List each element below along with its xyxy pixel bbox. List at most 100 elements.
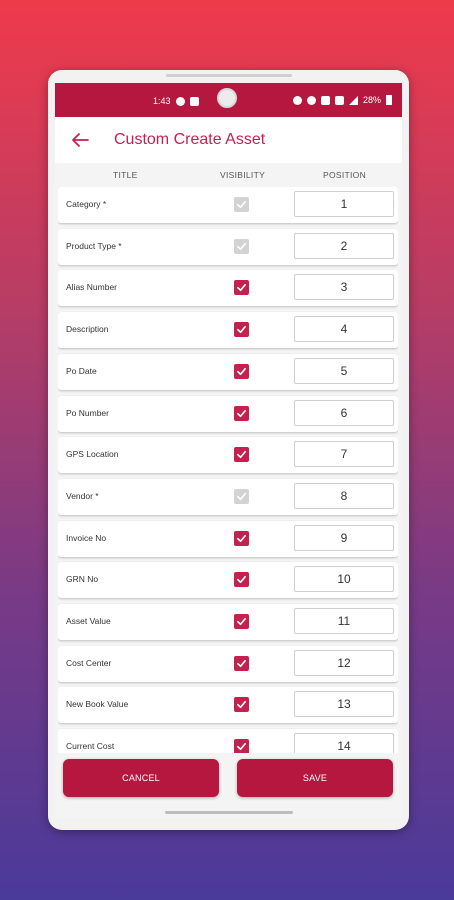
visibility-checkbox-disabled	[234, 488, 249, 504]
visibility-checkbox-disabled	[234, 197, 249, 212]
visibility-checkbox-disabled	[234, 238, 249, 254]
signal-icon	[348, 95, 358, 105]
status-bar: 1:43 28%	[55, 83, 402, 117]
table-row: Po Date 5	[58, 353, 398, 390]
table-row: New Book Value 13	[58, 687, 398, 724]
check-icon	[237, 492, 246, 500]
visibility-checkbox[interactable]	[234, 614, 249, 629]
table-row: Current Cost 14	[58, 729, 398, 753]
check-icon	[237, 284, 246, 292]
visibility-checkbox[interactable]	[234, 697, 249, 713]
position-input[interactable]: 10	[294, 566, 394, 593]
check-icon	[237, 659, 246, 667]
position-input[interactable]: 12	[294, 649, 394, 676]
position-input[interactable]: 2	[294, 232, 394, 259]
column-header-title: TITLE	[113, 170, 138, 180]
save-button[interactable]: SAVE	[237, 759, 393, 797]
field-title: Invoice No	[66, 532, 107, 543]
visibility-checkbox[interactable]	[234, 363, 249, 379]
visibility-checkbox[interactable]	[234, 739, 249, 753]
battery-percent: 28%	[362, 95, 381, 105]
check-icon	[237, 701, 246, 709]
field-title: Cost Center	[66, 657, 112, 668]
screen: 1:43 28% Custom Create Asset TITLE VISIB…	[55, 83, 402, 818]
field-list: Category * 1 Product Type * 2 Alias Number 3 D…	[58, 187, 398, 753]
table-row: Cost Center 12	[58, 645, 398, 682]
position-input[interactable]: 8	[294, 482, 394, 509]
table-row: Vendor * 8	[58, 478, 398, 515]
app-bar: Custom Create Asset	[55, 117, 402, 163]
field-title: GPS Location	[66, 449, 119, 460]
field-title: Alias Number	[66, 282, 118, 293]
notification-p-icon	[175, 96, 185, 106]
status-left: 1:43	[153, 96, 199, 106]
table-row: Product Type * 2	[58, 228, 398, 265]
table-row: Category * 1	[58, 187, 398, 223]
table-row: GPS Location 7	[58, 437, 398, 474]
visibility-checkbox[interactable]	[234, 322, 249, 338]
cancel-button[interactable]: CANCEL	[63, 759, 219, 797]
field-title: New Book Value	[66, 699, 129, 710]
field-title: Po Date	[66, 365, 97, 376]
table-header: TITLE VISIBILITY POSITION	[55, 163, 402, 185]
phone-bezel	[48, 70, 409, 84]
table-row: Invoice No 9	[58, 520, 398, 557]
table-row: Description 4	[58, 312, 398, 349]
alarm-icon	[292, 95, 302, 105]
field-title: Po Number	[66, 407, 109, 418]
phone-frame: 1:43 28% Custom Create Asset TITLE VISIB…	[48, 70, 409, 830]
home-indicator	[165, 811, 293, 814]
table-row: Asset Value 11	[58, 604, 398, 640]
speaker-grille	[166, 74, 292, 77]
field-title: Description	[66, 324, 109, 335]
position-input[interactable]: 3	[294, 274, 394, 301]
position-input[interactable]: 6	[294, 399, 394, 426]
position-input[interactable]: 14	[294, 733, 394, 753]
check-icon	[237, 367, 246, 375]
position-input[interactable]: 4	[294, 316, 394, 343]
visibility-checkbox[interactable]	[234, 280, 249, 296]
hotspot-icon	[306, 95, 316, 105]
footer: CANCEL SAVE	[55, 753, 402, 818]
field-title: Vendor *	[66, 490, 99, 501]
field-title: Current Cost	[66, 741, 115, 752]
check-icon	[237, 200, 246, 209]
wifi-icon	[334, 95, 344, 105]
check-icon	[237, 576, 246, 584]
arrow-back-icon[interactable]	[68, 128, 92, 152]
column-header-visibility: VISIBILITY	[220, 170, 266, 180]
position-input[interactable]: 5	[294, 357, 394, 384]
visibility-checkbox[interactable]	[234, 530, 249, 546]
table-row: Alias Number 3	[58, 270, 398, 307]
position-input[interactable]: 11	[294, 608, 394, 634]
field-title: Product Type *	[66, 240, 122, 251]
check-icon	[237, 451, 246, 459]
check-icon	[237, 534, 246, 542]
position-input[interactable]: 7	[294, 441, 394, 468]
check-icon	[237, 409, 246, 417]
check-icon	[237, 743, 246, 751]
position-input[interactable]: 1	[294, 191, 394, 217]
field-title: GRN No	[66, 574, 99, 585]
column-header-position: POSITION	[323, 170, 367, 180]
front-camera	[217, 88, 237, 108]
battery-icon	[386, 95, 392, 105]
position-input[interactable]: 13	[294, 691, 394, 718]
page-title: Custom Create Asset	[114, 131, 266, 148]
visibility-checkbox[interactable]	[234, 655, 249, 671]
visibility-checkbox[interactable]	[234, 447, 249, 463]
table-row: Po Number 6	[58, 395, 398, 432]
position-input[interactable]: 9	[294, 524, 394, 551]
check-icon	[237, 617, 246, 626]
visibility-checkbox[interactable]	[234, 405, 249, 421]
image-notification-icon	[189, 96, 199, 106]
volte-icon	[320, 95, 330, 105]
status-time: 1:43	[153, 96, 171, 106]
visibility-checkbox[interactable]	[234, 572, 249, 588]
check-icon	[237, 242, 246, 250]
field-title: Asset Value	[66, 616, 111, 626]
check-icon	[237, 326, 246, 334]
table-row: GRN No 10	[58, 562, 398, 599]
field-title: Category *	[66, 199, 107, 209]
status-right: 28%	[292, 95, 392, 105]
